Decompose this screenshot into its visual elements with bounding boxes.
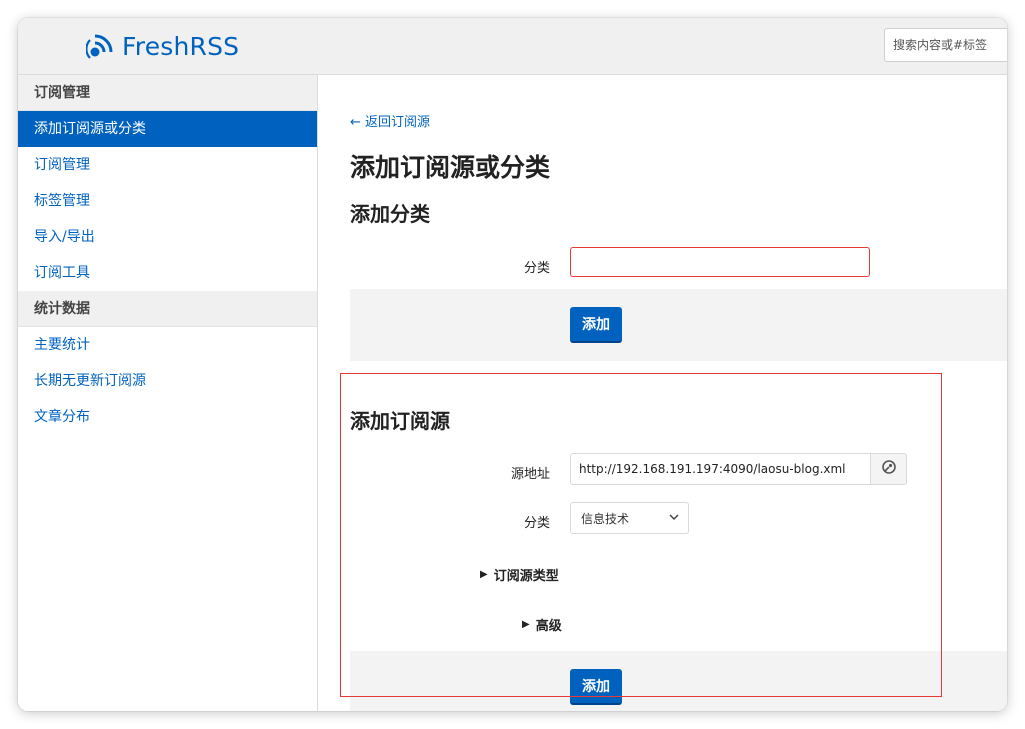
advanced-toggle-label: 高级 xyxy=(535,619,562,634)
category-name-label: 分类 xyxy=(523,261,550,276)
sidebar-item-subscription-tools[interactable]: 订阅工具 xyxy=(18,255,317,291)
sidebar-item-article-repartition[interactable]: 文章分布 xyxy=(18,399,317,435)
feed-url-label: 源地址 xyxy=(510,467,550,482)
feed-type-toggle[interactable]: ▶ 订阅源类型 xyxy=(480,565,559,584)
sidebar-group-subscriptions: 订阅管理 xyxy=(18,75,317,111)
feed-url-group xyxy=(570,453,907,485)
disclosure-triangle-icon: ▶ xyxy=(480,569,488,580)
app-header: FreshRSS xyxy=(18,18,1007,75)
feed-type-toggle-label: 订阅源类型 xyxy=(493,569,559,584)
disclosure-triangle-icon: ▶ xyxy=(522,619,530,630)
sidebar-group-statistics: 统计数据 xyxy=(18,291,317,327)
category-name-input[interactable] xyxy=(570,247,870,277)
add-category-button[interactable]: 添加 xyxy=(570,307,622,343)
sidebar-item-subscription-management[interactable]: 订阅管理 xyxy=(18,147,317,183)
app-logo[interactable]: FreshRSS xyxy=(86,28,239,64)
feed-url-input[interactable] xyxy=(570,453,870,485)
search-input[interactable] xyxy=(884,28,1007,62)
category-form-actions: 添加 xyxy=(350,289,1007,361)
browser-window: FreshRSS 订阅管理 添加订阅源或分类 订阅管理 标签管理 导入/导出 订… xyxy=(18,18,1007,711)
page-title: 添加订阅源或分类 xyxy=(350,153,551,182)
add-feed-button[interactable]: 添加 xyxy=(570,669,622,705)
feed-category-select[interactable]: 信息技术 xyxy=(570,502,689,534)
feed-category-label: 分类 xyxy=(523,516,550,531)
sidebar-item-add-feed-or-category[interactable]: 添加订阅源或分类 xyxy=(18,111,317,147)
add-feed-heading: 添加订阅源 xyxy=(350,409,450,433)
app-title: FreshRSS xyxy=(122,31,240,61)
sidebar-item-idle-feeds[interactable]: 长期无更新订阅源 xyxy=(18,363,317,399)
feed-check-button[interactable] xyxy=(870,453,907,485)
rss-feed-icon xyxy=(86,31,116,61)
back-to-feeds-link[interactable]: ← 返回订阅源 xyxy=(350,111,430,130)
main-content: ← 返回订阅源 添加订阅源或分类 添加分类 分类 添加 添加订阅源 源地址 ht… xyxy=(350,75,1007,711)
add-category-heading: 添加分类 xyxy=(350,202,430,226)
sidebar-item-import-export[interactable]: 导入/导出 xyxy=(18,219,317,255)
feed-category-selected: 信息技术 xyxy=(581,511,630,526)
sidebar: 订阅管理 添加订阅源或分类 订阅管理 标签管理 导入/导出 订阅工具 统计数据 … xyxy=(18,75,318,711)
advanced-toggle[interactable]: ▶ 高级 xyxy=(522,615,562,634)
feed-form-actions: 添加 xyxy=(350,651,1007,711)
sidebar-item-main-statistics[interactable]: 主要统计 xyxy=(18,327,317,363)
chevron-down-icon xyxy=(668,511,680,526)
feed-check-icon xyxy=(881,459,897,479)
sidebar-item-label-management[interactable]: 标签管理 xyxy=(18,183,317,219)
